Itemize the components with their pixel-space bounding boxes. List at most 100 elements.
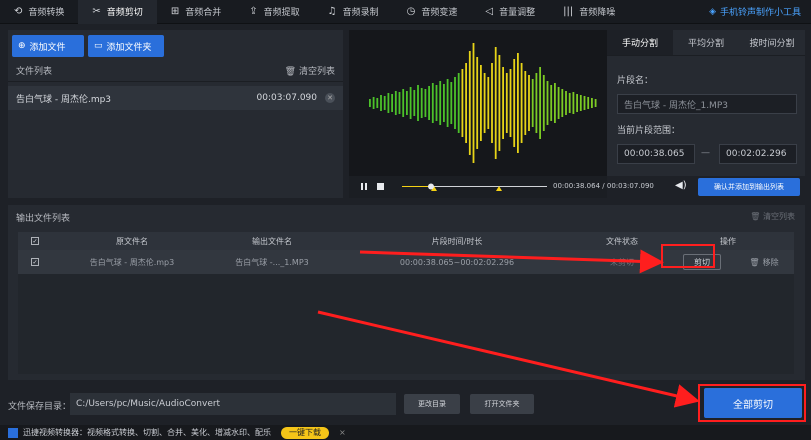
waveform-bar <box>402 89 405 117</box>
speed-icon: ◷ <box>406 6 416 17</box>
waveform-bar <box>509 69 512 137</box>
folder-icon: ▭ <box>94 41 103 51</box>
waveform-bar <box>583 96 586 110</box>
waveform-bar <box>369 99 371 107</box>
tab-audio-speed[interactable]: ◷ 音频变速 <box>393 0 472 24</box>
add-file-button[interactable]: ⊕ 添加文件 <box>12 35 84 57</box>
select-all-cell[interactable]: ✓ <box>18 232 52 250</box>
progress-knob[interactable] <box>428 183 434 190</box>
remove-file-icon[interactable]: ✕ <box>325 93 335 103</box>
waveform-bar <box>535 73 538 133</box>
segment-name-input[interactable]: 告白气球 - 周杰伦_1.MP3 <box>617 94 797 114</box>
waveform-bar <box>457 73 460 133</box>
waveform-bar <box>476 57 479 149</box>
waveform-bar <box>594 99 597 107</box>
range-end-input[interactable]: 00:02:02.296 <box>719 144 797 164</box>
file-list-header: 文件列表 🗑 清空列表 <box>8 60 343 82</box>
save-dir-input[interactable]: C:/Users/pc/Music/AudioConvert <box>70 393 396 415</box>
close-promo-icon[interactable]: × <box>339 428 346 437</box>
download-button[interactable]: 一键下载 <box>281 426 329 439</box>
waveform-bar <box>513 59 516 147</box>
row-file-status: 未剪切 <box>610 257 634 267</box>
waveform-bar <box>424 89 427 117</box>
tab-audio-extract[interactable]: ⇪ 音频提取 <box>235 0 313 24</box>
waveform-bar <box>446 79 449 127</box>
waveform-bar <box>565 91 567 115</box>
waveform-bar <box>468 51 471 155</box>
waveform-bar <box>431 83 434 123</box>
range-start-input[interactable]: 00:00:38.065 <box>617 144 695 164</box>
noise-icon: ||| <box>563 6 574 17</box>
convert-icon: ⟲ <box>14 6 23 17</box>
row-checkbox[interactable]: ✓ <box>31 258 39 266</box>
waveform-bar <box>383 96 386 110</box>
tab-audio-merge[interactable]: ⊞ 音频合并 <box>157 0 235 24</box>
tab-label: 音频提取 <box>263 8 300 18</box>
remove-button[interactable]: 🗑 移除 <box>740 250 788 274</box>
waveform-bar <box>461 69 464 137</box>
select-all-checkbox[interactable]: ✓ <box>31 237 39 245</box>
ringtone-tool-link[interactable]: ◈ 手机铃声制作小工具 <box>709 5 811 19</box>
waveform-bar <box>579 95 582 111</box>
tab-noise-reduce[interactable]: ||| 音频降噪 <box>549 0 629 24</box>
waveform-bar <box>391 94 393 112</box>
file-list-label: 文件列表 <box>16 67 53 77</box>
scissors-icon: ✂ <box>92 6 101 17</box>
file-list-item[interactable]: 告白气球 - 周杰伦.mp3 00:03:07.090 ✕ <box>8 86 343 110</box>
waveform-bar <box>494 47 497 159</box>
tab-label: 音频合并 <box>185 8 222 18</box>
file-duration: 00:03:07.090 <box>256 93 317 103</box>
waveform-bar <box>520 63 523 143</box>
waveform-bar <box>491 63 493 143</box>
output-table-empty-area <box>18 274 794 374</box>
waveform-bar <box>428 86 430 120</box>
tab-manual-split[interactable]: 手动分割 <box>607 30 673 55</box>
clear-output-label: 清空列表 <box>763 212 795 221</box>
open-folder-button[interactable]: 打开文件夹 <box>470 394 534 414</box>
ringtone-tool-label: 手机铃声制作小工具 <box>719 8 801 18</box>
pause-icon[interactable] <box>361 183 367 190</box>
waveform-bar <box>465 63 467 143</box>
clear-list-label: 清空列表 <box>298 67 335 77</box>
waveform-bar <box>483 73 486 133</box>
clear-file-list-button[interactable]: 🗑 清空列表 <box>285 64 335 77</box>
tab-volume-adjust[interactable]: ◁ 音量调整 <box>471 0 549 24</box>
tab-audio-convert[interactable]: ⟲ 音频转换 <box>0 0 78 24</box>
total-time: 00:03:07.090 <box>606 182 654 190</box>
tab-audio-record[interactable]: ♫ 音频录制 <box>314 0 393 24</box>
tab-time-split[interactable]: 按时间分割 <box>739 30 805 55</box>
tab-audio-cut[interactable]: ✂ 音频剪切 <box>78 0 157 24</box>
row-select-cell[interactable]: ✓ <box>18 250 52 274</box>
trash-icon: 🗑 <box>749 257 760 267</box>
clear-output-list-button[interactable]: 🗑 清空列表 <box>750 211 795 222</box>
waveform-bar <box>539 67 541 139</box>
waveform-bar <box>502 67 504 139</box>
confirm-add-output-button[interactable]: 确认并添加到输出列表 <box>698 178 800 196</box>
stop-icon[interactable] <box>377 183 384 190</box>
tab-label: 音量调整 <box>499 8 536 18</box>
tab-label: 音频变速 <box>421 8 458 18</box>
waveform-graphic <box>369 43 597 163</box>
volume-icon[interactable]: ◀) <box>675 180 687 191</box>
change-dir-button[interactable]: 更改目录 <box>404 394 460 414</box>
waveform-bar <box>542 75 545 131</box>
range-dash: — <box>701 148 710 158</box>
col-output-name: 输出文件名 <box>252 236 292 246</box>
waveform-bar <box>487 77 490 129</box>
save-dir-label: 文件保存目录： <box>8 402 72 412</box>
waveform-display[interactable] <box>349 30 607 176</box>
row-segment-time: 00:00:38.065~00:02:02.296 <box>399 257 515 267</box>
tab-average-split[interactable]: 平均分割 <box>673 30 739 55</box>
waveform-bar <box>587 97 590 109</box>
app-logo-icon <box>8 427 18 438</box>
trash-icon: 🗑 <box>750 212 761 221</box>
promo-text: 迅捷视频转换器：视频格式转换、切割、合并、美化、增减水印、配乐 <box>23 428 271 437</box>
output-file-panel: 输出文件列表 🗑 清空列表 ✓ 原文件名 输出文件名 片段时间/时长 文件状态 … <box>8 205 805 380</box>
waveform-bar <box>435 85 438 121</box>
segment-name-label: 片段名： <box>617 76 654 86</box>
waveform-bar <box>576 94 578 112</box>
time-readout: 00:00:38.064 / 00:03:07.090 <box>553 182 654 190</box>
row-source-name: 告白气球 - 周杰伦.mp3 <box>89 257 175 267</box>
waveform-bar <box>380 95 382 111</box>
add-folder-button[interactable]: ▭ 添加文件夹 <box>88 35 164 57</box>
